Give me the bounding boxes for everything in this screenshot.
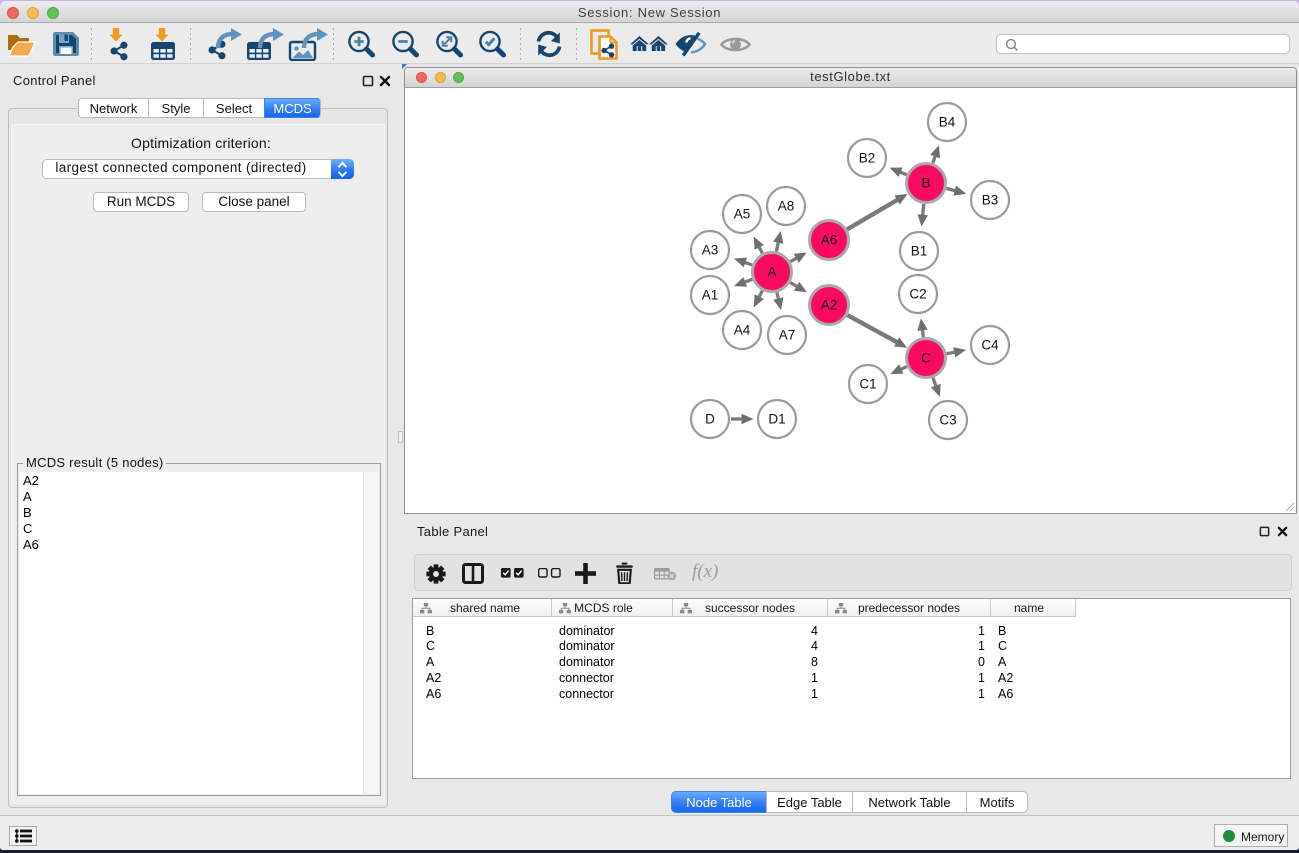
svg-text:A7: A7 [779,328,796,343]
svg-text:B2: B2 [859,151,876,166]
svg-text:A6: A6 [821,233,838,248]
svg-text:A2: A2 [821,298,838,313]
svg-text:A5: A5 [734,207,751,222]
svg-text:A8: A8 [778,199,795,214]
svg-text:A3: A3 [702,243,719,258]
svg-text:C: C [921,351,931,366]
svg-text:B: B [921,176,930,191]
svg-text:B3: B3 [982,193,999,208]
svg-text:C2: C2 [909,287,926,302]
svg-text:D: D [705,412,715,427]
svg-text:B1: B1 [911,244,928,259]
svg-text:C1: C1 [859,377,876,392]
svg-text:A4: A4 [734,323,751,338]
svg-text:A: A [767,265,776,280]
svg-text:A1: A1 [702,288,719,303]
svg-text:C3: C3 [939,413,956,428]
svg-text:C4: C4 [981,338,999,353]
svg-text:D1: D1 [768,412,785,427]
svg-text:B4: B4 [939,115,956,130]
